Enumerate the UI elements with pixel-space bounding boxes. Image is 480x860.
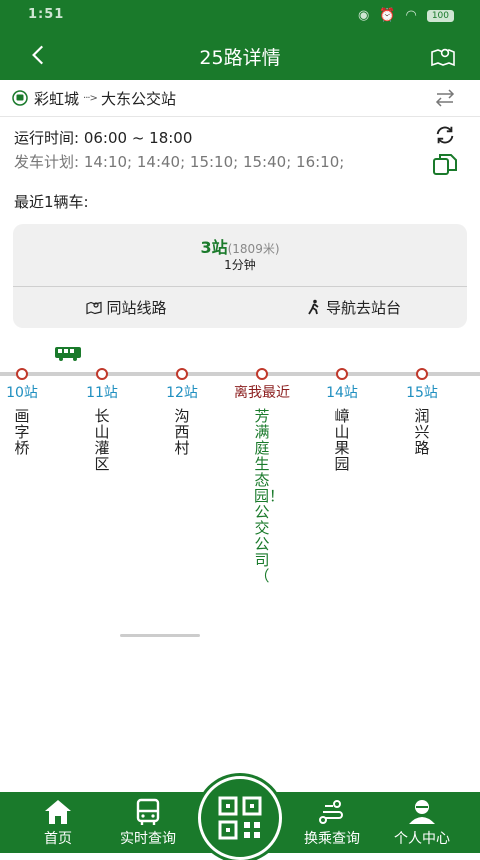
stop-index: 10站 xyxy=(6,385,38,401)
alarm-icon: ⏰ xyxy=(379,8,396,23)
route-endpoints: 彩虹城 ···> 大东公交站 xyxy=(34,88,176,109)
status-icons: ◉ ⏰ ◠ 100 xyxy=(358,8,454,23)
app-header: 25路详情 xyxy=(0,32,480,80)
stop-item[interactable]: 15站润兴路 xyxy=(387,368,457,456)
refresh-icon[interactable] xyxy=(434,124,456,146)
stop-index: 离我最近 xyxy=(234,385,290,401)
page-title: 25路详情 xyxy=(199,47,281,69)
stop-item[interactable]: 12站沟西村 xyxy=(147,368,217,456)
operating-hours: 运行时间: 06:00 ~ 18:00 xyxy=(14,129,193,147)
bus-front-icon xyxy=(136,798,160,825)
stop-item[interactable]: 11站长山灌区 xyxy=(67,368,137,472)
arrival-eta: 1分钟 xyxy=(224,258,256,272)
swap-direction-icon[interactable] xyxy=(434,88,456,108)
nav-profile[interactable]: 个人中心 xyxy=(374,792,470,853)
map-icon xyxy=(86,301,103,315)
stop-marker xyxy=(96,368,108,380)
stop-marker xyxy=(336,368,348,380)
nav-home[interactable]: 首页 xyxy=(10,792,106,853)
nav-realtime[interactable]: 实时查询 xyxy=(100,792,196,853)
stop-name: 画字桥 xyxy=(14,407,30,457)
same-station-routes-label: 同站线路 xyxy=(106,298,167,317)
stop-item[interactable]: 14站嶂山果园 xyxy=(307,368,377,472)
arrival-card: 3站(1809米) 1分钟 同站线路 导航去站台 xyxy=(13,224,467,328)
stop-name: 沟西村 xyxy=(174,407,190,457)
nav-realtime-label: 实时查询 xyxy=(120,831,176,847)
stops-away-count: 3站 xyxy=(200,238,228,257)
bus-icon xyxy=(12,90,28,106)
stop-index: 12站 xyxy=(166,385,198,401)
departure-schedule: 发车计划: 14:10; 14:40; 15:10; 15:40; 16:10; xyxy=(14,153,345,171)
navigate-to-stop-label: 导航去站台 xyxy=(325,298,401,317)
route-destination: 大东公交站 xyxy=(100,90,176,108)
nav-home-label: 首页 xyxy=(44,831,72,847)
horizontal-scrollbar[interactable] xyxy=(120,634,200,637)
same-station-routes-button[interactable]: 同站线路 xyxy=(13,286,240,328)
transfer-route-icon xyxy=(319,800,343,824)
recent-bus-label: 最近1辆车: xyxy=(14,193,89,211)
schedule-info: 运行时间: 06:00 ~ 18:00 发车计划: 14:10; 14:40; … xyxy=(14,126,344,174)
route-arrow: ···> xyxy=(83,93,98,104)
battery-icon: 100 xyxy=(426,9,454,22)
stop-marker xyxy=(176,368,188,380)
stop-index: 11站 xyxy=(86,385,118,401)
route-origin: 彩虹城 xyxy=(34,90,80,108)
nav-transfer[interactable]: 换乘查询 xyxy=(284,792,380,853)
stop-name: 润兴路 xyxy=(414,407,430,457)
stop-name: 嶂山果园 xyxy=(334,407,350,473)
stops-away-distance: (1809米) xyxy=(227,242,280,256)
stops-away: 3站(1809米) xyxy=(13,234,467,258)
status-time: 1:51 xyxy=(28,7,65,22)
status-bar: 1:51 ◉ ⏰ ◠ 100 xyxy=(0,0,480,32)
qr-code-button[interactable] xyxy=(198,776,282,860)
qr-code-icon xyxy=(218,796,262,840)
copy-icon[interactable] xyxy=(432,152,458,176)
stop-index: 14站 xyxy=(326,385,358,401)
stop-item[interactable]: 10站画字桥 xyxy=(0,368,57,456)
stop-marker xyxy=(416,368,428,380)
user-icon xyxy=(409,800,435,824)
stop-marker xyxy=(256,368,268,380)
route-bar: 彩虹城 ···> 大东公交站 xyxy=(0,80,480,116)
bus-position-icon xyxy=(55,347,81,361)
nav-transfer-label: 换乘查询 xyxy=(304,831,360,847)
stop-item[interactable]: 离我最近芳满庭生态园！公交公司（ xyxy=(227,368,297,584)
stop-name: 芳满庭生态园！公交公司（ xyxy=(254,407,285,585)
location-icon: ◉ xyxy=(357,8,370,23)
wifi-icon: ◠ xyxy=(405,8,417,23)
stop-index: 15站 xyxy=(406,385,438,401)
stop-name: 长山灌区 xyxy=(94,407,110,473)
home-icon xyxy=(45,800,71,824)
stop-marker xyxy=(16,368,28,380)
nav-profile-label: 个人中心 xyxy=(394,831,450,847)
navigate-to-stop-button[interactable]: 导航去站台 xyxy=(240,286,467,328)
divider xyxy=(0,116,480,117)
map-location-icon[interactable] xyxy=(430,44,456,68)
walking-icon xyxy=(308,299,319,315)
